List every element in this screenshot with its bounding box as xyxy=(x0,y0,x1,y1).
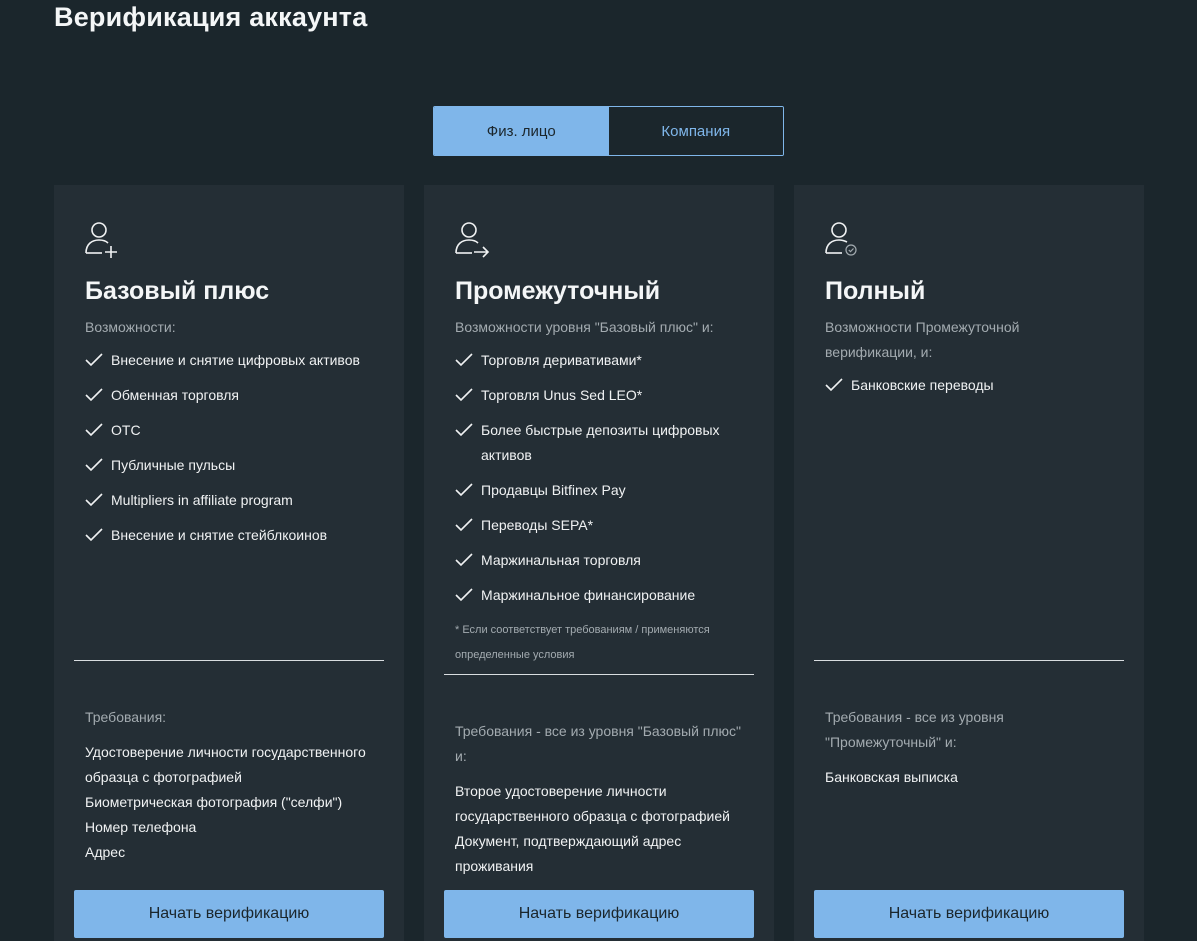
divider xyxy=(814,660,1124,661)
list-item: Маржинальная торговля xyxy=(455,548,755,573)
requirements-title: Требования: xyxy=(85,709,167,725)
tier-card-intermediate: Промежуточный Возможности уровня "Базовы… xyxy=(424,185,774,941)
check-icon xyxy=(825,373,845,398)
page-title: Верификация аккаунта xyxy=(54,2,368,32)
feature-list: Банковские переводы xyxy=(825,373,1125,408)
list-item: Торговля деривативами* xyxy=(455,348,755,373)
card-subtitle: Возможности Промежуточной верификации, и… xyxy=(825,319,1020,360)
requirements-title: Требования - все из уровня "Базовый плюс… xyxy=(455,723,742,764)
list-item: Адрес xyxy=(85,844,126,860)
requirements-title: Требования - все из уровня "Промежуточны… xyxy=(825,709,1004,750)
list-item: OTC xyxy=(85,418,385,443)
list-item: Номер телефона xyxy=(85,819,197,835)
check-icon xyxy=(85,383,105,408)
entity-type-tabs: Физ. лицо Компания xyxy=(433,106,784,156)
list-item: Обменная торговля xyxy=(85,383,385,408)
list-item: Банковские переводы xyxy=(825,373,1125,398)
list-item: Внесение и снятие цифровых активов xyxy=(85,348,385,373)
list-item: Документ, подтверждающий адрес проживани… xyxy=(455,833,682,874)
tab-company[interactable]: Компания xyxy=(608,107,783,155)
start-verification-button[interactable]: Начать верификацию xyxy=(74,890,384,938)
list-item: Multipliers in affiliate program xyxy=(85,488,385,513)
list-item: Продавцы Bitfinex Pay xyxy=(455,478,755,503)
verification-page: Верификация аккаунта Физ. лицо Компания … xyxy=(0,0,1197,941)
divider xyxy=(74,660,384,661)
tab-individual[interactable]: Физ. лицо xyxy=(434,107,609,155)
feature-list: Внесение и снятие цифровых активов Обмен… xyxy=(85,348,385,558)
tier-card-basic-plus: Базовый плюс Возможности: Внесение и сня… xyxy=(54,185,404,941)
divider xyxy=(444,674,754,675)
footnote: * Если соответствует требованиям / приме… xyxy=(455,624,710,661)
list-item: Биометрическая фотография ("селфи") xyxy=(85,794,343,810)
feature-list: Торговля деривативами* Торговля Unus Sed… xyxy=(455,348,755,618)
check-icon xyxy=(85,488,105,513)
start-verification-button[interactable]: Начать верификацию xyxy=(444,890,754,938)
list-item: Внесение и снятие стейблкоинов xyxy=(85,523,385,548)
card-subtitle: Возможности уровня "Базовый плюс" и: xyxy=(455,319,714,335)
check-icon xyxy=(455,513,475,538)
check-icon xyxy=(85,523,105,548)
tier-card-full: Полный Возможности Промежуточной верифик… xyxy=(794,185,1144,941)
user-check-icon xyxy=(825,222,857,256)
user-plus-icon xyxy=(85,222,117,258)
check-icon xyxy=(455,548,475,573)
requirements-list: Банковская выписка xyxy=(825,765,1125,790)
list-item: Переводы SEPA* xyxy=(455,513,755,538)
check-icon xyxy=(455,418,475,443)
check-icon xyxy=(85,348,105,373)
check-icon xyxy=(455,583,475,608)
check-icon xyxy=(455,478,475,503)
list-item: Торговля Unus Sed LEO* xyxy=(455,383,755,408)
list-item: Удостоверение личности государственного … xyxy=(85,744,366,785)
card-title: Полный xyxy=(825,277,926,305)
requirements-list: Удостоверение личности государственного … xyxy=(85,740,385,865)
check-icon xyxy=(85,418,105,443)
requirements-list: Второе удостоверение личности государств… xyxy=(455,779,740,879)
card-title: Базовый плюс xyxy=(85,277,270,305)
list-item: Маржинальное финансирование xyxy=(455,583,755,608)
list-item: Более быстрые депозиты цифровых активов xyxy=(455,418,735,468)
list-item: Публичные пульсы xyxy=(85,453,385,478)
list-item: Второе удостоверение личности государств… xyxy=(455,783,730,824)
check-icon xyxy=(455,348,475,373)
card-title: Промежуточный xyxy=(455,277,661,305)
list-item: Банковская выписка xyxy=(825,769,958,785)
user-arrow-icon xyxy=(455,222,490,258)
check-icon xyxy=(85,453,105,478)
check-icon xyxy=(455,383,475,408)
start-verification-button[interactable]: Начать верификацию xyxy=(814,890,1124,938)
card-subtitle: Возможности: xyxy=(85,319,176,335)
